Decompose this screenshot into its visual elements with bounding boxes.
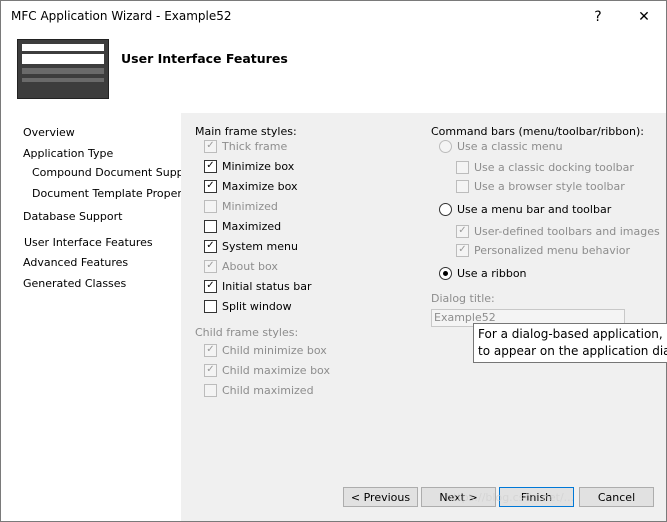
checkbox-icon: ✓: [204, 179, 217, 193]
checkbox-icon: [204, 199, 217, 213]
child-maximize-box-checkbox[interactable]: ✓ Child maximize box: [204, 362, 330, 378]
tooltip-line-2: to appear on the application dia: [478, 344, 667, 358]
classic-menu-radio[interactable]: Use a classic menu: [439, 138, 563, 154]
child-frame-styles-label: Child frame styles:: [195, 326, 299, 339]
initial-status-bar-checkbox[interactable]: ✓ Initial status bar: [204, 278, 311, 294]
checkbox-icon: [204, 219, 217, 233]
radio-icon: [439, 139, 452, 153]
checkbox-icon: [204, 299, 217, 313]
page-title: User Interface Features: [121, 51, 288, 66]
classic-docking-toolbar-checkbox[interactable]: Use a classic docking toolbar: [456, 159, 634, 175]
radio-icon: [439, 266, 452, 280]
checkbox-icon: ✓: [456, 224, 469, 238]
radio-icon: [439, 202, 452, 216]
close-button[interactable]: ✕: [629, 5, 659, 29]
nav-item-application-type[interactable]: Application Type: [23, 147, 113, 160]
window-title: MFC Application Wizard - Example52: [11, 9, 232, 23]
maximized-checkbox[interactable]: Maximized: [204, 218, 281, 234]
browser-style-toolbar-checkbox[interactable]: Use a browser style toolbar: [456, 178, 625, 194]
nav-item-document-template-properties[interactable]: Document Template Properties: [32, 187, 202, 200]
wizard-content: Overview Application Type Compound Docum…: [1, 113, 667, 521]
cancel-button[interactable]: Cancel: [579, 487, 654, 507]
tooltip: For a dialog-based application, s to app…: [473, 323, 667, 363]
maximize-box-checkbox[interactable]: ✓ Maximize box: [204, 178, 298, 194]
about-box-checkbox[interactable]: ✓ About box: [204, 258, 278, 274]
user-defined-toolbars-checkbox[interactable]: ✓ User-defined toolbars and images: [456, 223, 660, 239]
command-bars-label: Command bars (menu/toolbar/ribbon):: [431, 125, 644, 138]
main-frame-styles-label: Main frame styles:: [195, 125, 297, 138]
checkbox-icon: ✓: [456, 243, 469, 257]
wizard-header: User Interface Features: [1, 33, 666, 113]
thick-frame-checkbox[interactable]: ✓ Thick frame: [204, 138, 287, 154]
checkbox-icon: [456, 179, 469, 193]
title-bar: MFC Application Wizard - Example52 ? ✕: [1, 1, 666, 33]
nav-item-user-interface-features[interactable]: User Interface Features: [19, 234, 158, 251]
personalized-menu-checkbox[interactable]: ✓ Personalized menu behavior: [456, 242, 630, 258]
checkbox-icon: ✓: [204, 139, 217, 153]
nav-item-compound-document-support[interactable]: Compound Document Support: [32, 166, 199, 179]
child-minimize-box-checkbox[interactable]: ✓ Child minimize box: [204, 342, 327, 358]
minimize-box-checkbox[interactable]: ✓ Minimize box: [204, 158, 294, 174]
nav-item-advanced-features[interactable]: Advanced Features: [23, 256, 128, 269]
wizard-window-icon: [17, 39, 109, 99]
nav-item-generated-classes[interactable]: Generated Classes: [23, 277, 126, 290]
menu-bar-and-toolbar-radio[interactable]: Use a menu bar and toolbar: [439, 201, 611, 217]
child-maximized-checkbox[interactable]: Child maximized: [204, 382, 314, 398]
tooltip-line-1: For a dialog-based application, s: [478, 327, 667, 341]
checkbox-icon: ✓: [204, 363, 217, 377]
checkbox-icon: ✓: [204, 343, 217, 357]
nav-item-database-support[interactable]: Database Support: [23, 210, 122, 223]
minimized-checkbox[interactable]: Minimized: [204, 198, 278, 214]
nav-item-overview[interactable]: Overview: [23, 126, 75, 139]
split-window-checkbox[interactable]: Split window: [204, 298, 292, 314]
checkbox-icon: ✓: [204, 159, 217, 173]
ribbon-radio[interactable]: Use a ribbon: [439, 265, 527, 281]
checkbox-icon: ✓: [204, 259, 217, 273]
help-button[interactable]: ?: [583, 5, 613, 29]
checkbox-icon: [204, 383, 217, 397]
checkbox-icon: ✓: [204, 279, 217, 293]
dialog-title-label: Dialog title:: [431, 292, 495, 305]
wizard-window: MFC Application Wizard - Example52 ? ✕ U…: [0, 0, 667, 522]
watermark: https://blog.csdn.net/...: [446, 491, 575, 504]
previous-button[interactable]: < Previous: [343, 487, 418, 507]
wizard-nav: Overview Application Type Compound Docum…: [1, 113, 202, 521]
checkbox-icon: [456, 160, 469, 174]
system-menu-checkbox[interactable]: ✓ System menu: [204, 238, 298, 254]
options-panel: Main frame styles: ✓ Thick frame ✓ Minim…: [181, 113, 667, 521]
checkbox-icon: ✓: [204, 239, 217, 253]
